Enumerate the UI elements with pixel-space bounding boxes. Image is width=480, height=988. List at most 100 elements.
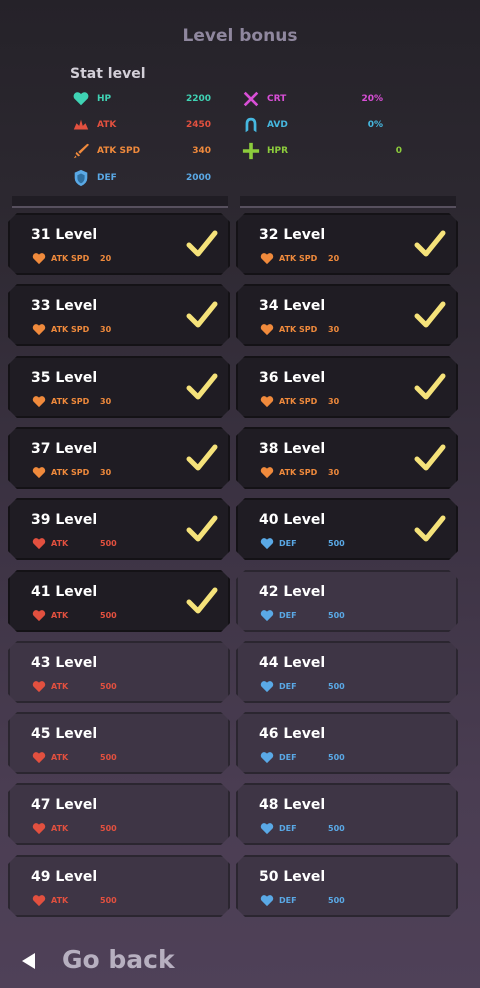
bonus-stat-value: 500	[328, 682, 345, 691]
bonus-stat-label: DEF	[279, 896, 297, 905]
heart-icon	[32, 752, 46, 764]
heart-icon	[32, 610, 46, 622]
checkmark-icon	[186, 444, 218, 471]
card-frame	[8, 855, 230, 917]
bonus-stat-label: ATK	[51, 824, 69, 833]
sword-icon	[73, 143, 90, 159]
heart-icon	[32, 396, 46, 408]
stat-value: 2450	[185, 120, 211, 130]
list-item-partial	[240, 196, 456, 208]
bonus-stat-value: 500	[100, 611, 117, 620]
stat-label: CRT	[267, 94, 287, 104]
bonus-stat-label: ATK SPD	[51, 254, 90, 263]
level-card[interactable]: 34 Level ATK SPD 30	[236, 284, 458, 346]
level-label: 42 Level	[259, 584, 326, 600]
level-label: 43 Level	[31, 655, 98, 671]
level-card[interactable]: 38 Level ATK SPD 30	[236, 427, 458, 489]
heart-icon	[260, 538, 274, 550]
stat-hp: HP 2200	[72, 91, 232, 107]
bonus-stat-value: 30	[100, 468, 112, 477]
stat-avd: AVD 0%	[242, 117, 402, 133]
bonus-stat-label: DEF	[279, 824, 297, 833]
level-card[interactable]: 35 Level ATK SPD 30	[8, 356, 230, 418]
stat-label: HP	[97, 94, 112, 104]
level-card[interactable]: 45 Level ATK 500	[8, 712, 230, 774]
level-card[interactable]: 46 Level DEF 500	[236, 712, 458, 774]
level-label: 36 Level	[259, 370, 326, 386]
stat-atk: ATK 2450	[72, 117, 232, 133]
bonus-stat-value: 500	[100, 896, 117, 905]
card-frame	[236, 712, 458, 774]
bonus-stat-value: 500	[100, 753, 117, 762]
stat-label: AVD	[267, 120, 288, 130]
heart-icon	[32, 253, 46, 265]
level-label: 35 Level	[31, 370, 98, 386]
level-card[interactable]: 37 Level ATK SPD 30	[8, 427, 230, 489]
bonus-stat-value: 500	[100, 824, 117, 833]
level-label: 31 Level	[31, 227, 98, 243]
bonus-stat-label: ATK	[51, 682, 69, 691]
bonus-stat-value: 500	[100, 682, 117, 691]
checkmark-icon	[186, 515, 218, 542]
bonus-stat-label: DEF	[279, 611, 297, 620]
stat-label: ATK SPD	[97, 146, 141, 156]
go-back-button[interactable]: Go back	[20, 945, 220, 977]
card-frame	[8, 783, 230, 845]
bonus-stat-value: 30	[328, 397, 340, 406]
heart-icon	[32, 681, 46, 693]
level-label: 41 Level	[31, 584, 98, 600]
level-card[interactable]: 50 Level DEF 500	[236, 855, 458, 917]
stat-value: 2000	[185, 173, 211, 183]
stat-atk-spd: ATK SPD 340	[72, 143, 232, 159]
heart-icon	[260, 895, 274, 907]
level-card[interactable]: 33 Level ATK SPD 30	[8, 284, 230, 346]
checkmark-icon	[414, 444, 446, 471]
checkmark-icon	[186, 587, 218, 614]
heart-icon	[32, 467, 46, 479]
heart-icon	[260, 610, 274, 622]
stat-value: 2200	[185, 94, 211, 104]
bonus-stat-label: DEF	[279, 753, 297, 762]
level-card[interactable]: 47 Level ATK 500	[8, 783, 230, 845]
bonus-stat-value: 30	[100, 325, 112, 334]
checkmark-icon	[414, 230, 446, 257]
level-card[interactable]: 31 Level ATK SPD 20	[8, 213, 230, 275]
level-card[interactable]: 36 Level ATK SPD 30	[236, 356, 458, 418]
level-card[interactable]: 40 Level DEF 500	[236, 498, 458, 560]
bonus-stat-value: 500	[328, 611, 345, 620]
shield-icon	[74, 169, 88, 187]
heart-icon	[260, 253, 274, 265]
bonus-stat-value: 500	[100, 539, 117, 548]
level-label: 44 Level	[259, 655, 326, 671]
level-card[interactable]: 49 Level ATK 500	[8, 855, 230, 917]
level-label: 46 Level	[259, 726, 326, 742]
regen-icon	[242, 142, 260, 160]
level-card[interactable]: 32 Level ATK SPD 20	[236, 213, 458, 275]
heart-icon	[260, 681, 274, 693]
level-card[interactable]: 48 Level DEF 500	[236, 783, 458, 845]
level-label: 45 Level	[31, 726, 98, 742]
level-card[interactable]: 42 Level DEF 500	[236, 570, 458, 632]
heart-icon	[260, 752, 274, 764]
heart-icon	[260, 467, 274, 479]
card-frame	[8, 641, 230, 703]
level-card[interactable]: 39 Level ATK 500	[8, 498, 230, 560]
bonus-stat-label: ATK SPD	[279, 325, 318, 334]
bonus-stat-label: ATK SPD	[51, 325, 90, 334]
back-arrow-icon	[22, 953, 35, 969]
bonus-stat-label: ATK SPD	[51, 397, 90, 406]
stat-label: DEF	[97, 173, 117, 183]
level-card[interactable]: 44 Level DEF 500	[236, 641, 458, 703]
bonus-stat-value: 20	[328, 254, 340, 263]
level-label: 33 Level	[31, 298, 98, 314]
heart-icon	[32, 324, 46, 336]
card-frame	[236, 783, 458, 845]
card-frame	[236, 641, 458, 703]
level-card[interactable]: 43 Level ATK 500	[8, 641, 230, 703]
bonus-stat-label: ATK	[51, 539, 69, 548]
stat-label: ATK	[97, 120, 117, 130]
heart-icon	[32, 823, 46, 835]
stat-value: 0%	[367, 120, 383, 130]
stat-def: DEF 2000	[72, 169, 232, 187]
level-card[interactable]: 41 Level ATK 500	[8, 570, 230, 632]
